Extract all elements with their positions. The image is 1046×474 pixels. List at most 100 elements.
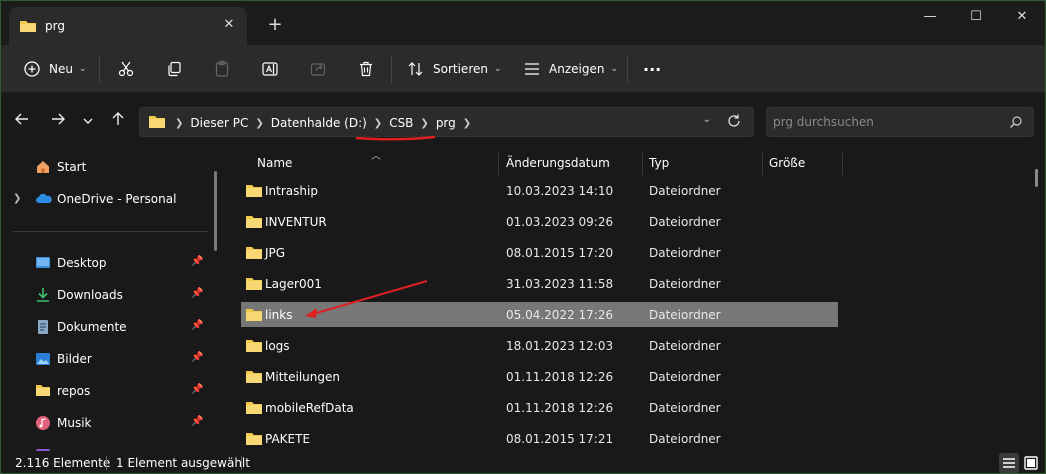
more-options-button[interactable]: ···: [643, 55, 661, 83]
title-bar: prg ✕ + — ☐ ✕: [1, 1, 1045, 45]
column-separator[interactable]: [762, 153, 763, 175]
paste-button[interactable]: [213, 55, 231, 83]
item-count: 2.116 Elemente: [15, 456, 111, 470]
pin-icon[interactable]: 📌: [191, 256, 203, 267]
file-name: links: [265, 308, 293, 322]
recent-locations-button[interactable]: [77, 111, 99, 133]
file-type: Dateiordner: [649, 339, 721, 353]
file-name: JPG: [265, 246, 286, 260]
close-tab-icon[interactable]: ✕: [219, 15, 239, 35]
minimize-button[interactable]: —: [907, 1, 953, 33]
file-name: INVENTUR: [265, 215, 327, 229]
pin-icon[interactable]: 📌: [191, 320, 203, 331]
file-type: Dateiordner: [649, 308, 721, 322]
address-bar[interactable]: ❯ Dieser PC ❯ Datenhalde (D:) ❯ CSB ❯ pr…: [139, 107, 754, 137]
folder-icon: [245, 369, 263, 387]
column-header-name[interactable]: Name: [257, 151, 292, 175]
table-row[interactable]: logs 18.01.2023 12:03 Dateiordner: [241, 333, 838, 358]
table-row[interactable]: mobileRefData 01.11.2018 12:26 Dateiordner: [241, 395, 838, 420]
delete-button[interactable]: [357, 55, 375, 83]
close-window-button[interactable]: ✕: [999, 1, 1045, 33]
table-row[interactable]: PAKETE 08.01.2015 17:21 Dateiordner: [241, 426, 838, 451]
sidebar-item-label: Bilder: [57, 352, 92, 366]
folder-icon: [35, 383, 51, 399]
table-row[interactable]: Lager001 31.03.2023 11:58 Dateiordner: [241, 271, 838, 296]
plus-circle-icon: [23, 60, 41, 78]
pin-icon[interactable]: 📌: [191, 352, 203, 363]
sidebar-item-bilder[interactable]: Bilder 📌: [1, 347, 211, 371]
sidebar-item-desktop[interactable]: Desktop 📌: [1, 251, 211, 275]
column-header-size[interactable]: Größe: [769, 151, 805, 175]
folder-icon: [245, 338, 263, 356]
column-separator[interactable]: [498, 153, 499, 175]
sort-button[interactable]: Sortieren ⌄: [407, 55, 502, 83]
file-name: logs: [265, 339, 290, 353]
tab-prg[interactable]: prg ✕: [9, 7, 247, 45]
file-list-scrollbar[interactable]: [1035, 169, 1038, 187]
details-view-button[interactable]: [999, 453, 1019, 473]
home-icon: [35, 159, 51, 175]
pin-icon[interactable]: 📌: [191, 384, 203, 395]
details-view-icon: [1003, 458, 1015, 468]
chevron-right-icon[interactable]: ❯: [420, 118, 428, 129]
new-label: Neu: [49, 62, 73, 76]
address-history-button[interactable]: ⌄: [703, 114, 711, 125]
sidebar-scrollbar[interactable]: [214, 171, 217, 251]
list-view-icon: [523, 60, 541, 78]
chevron-right-icon[interactable]: ❯: [255, 118, 263, 129]
refresh-icon[interactable]: [725, 112, 745, 132]
breadcrumb-datenhalde[interactable]: Datenhalde (D:): [271, 116, 367, 130]
sidebar-item-label: Musik: [57, 416, 92, 430]
breadcrumb: ❯ Dieser PC ❯ Datenhalde (D:) ❯ CSB ❯ pr…: [148, 108, 474, 138]
desktop-icon: [35, 255, 51, 271]
column-header-date[interactable]: Änderungsdatum: [506, 151, 610, 175]
sidebar-item-start[interactable]: Start: [1, 155, 211, 179]
search-icon[interactable]: [1009, 115, 1023, 132]
chevron-right-icon[interactable]: ❯: [463, 118, 471, 129]
file-name: Intraship: [265, 184, 318, 198]
sort-icon: [407, 60, 425, 78]
breadcrumb-csb[interactable]: CSB: [389, 116, 413, 130]
column-separator[interactable]: [842, 153, 843, 175]
table-row[interactable]: INVENTUR 01.03.2023 09:26 Dateiordner: [241, 209, 838, 234]
maximize-button[interactable]: ☐: [953, 1, 999, 33]
column-header-type[interactable]: Typ: [649, 151, 669, 175]
cut-button[interactable]: [117, 55, 135, 83]
file-date: 01.03.2023 09:26: [506, 215, 614, 229]
forward-button[interactable]: [47, 111, 69, 133]
chevron-right-icon[interactable]: ❯: [374, 118, 382, 129]
breadcrumb-prg[interactable]: prg: [436, 116, 456, 130]
table-row[interactable]: Mitteilungen 01.11.2018 12:26 Dateiordner: [241, 364, 838, 389]
folder-icon: [245, 431, 263, 449]
folder-icon: [245, 183, 263, 201]
back-button[interactable]: [11, 111, 33, 133]
sidebar-item-label: Dokumente: [57, 320, 127, 334]
copy-button[interactable]: [165, 55, 183, 83]
pin-icon[interactable]: 📌: [191, 416, 203, 427]
column-separator[interactable]: [642, 153, 643, 175]
rename-button[interactable]: [261, 55, 279, 83]
sidebar-item-musik[interactable]: Musik 📌: [1, 411, 211, 435]
table-row[interactable]: links 05.04.2022 17:26 Dateiordner: [241, 302, 838, 327]
search-input[interactable]: [773, 108, 1003, 136]
file-name: Lager001: [265, 277, 322, 291]
view-button[interactable]: Anzeigen ⌄: [523, 55, 618, 83]
up-button[interactable]: [107, 111, 129, 133]
new-tab-button[interactable]: +: [263, 13, 287, 37]
divider: [13, 231, 208, 232]
sidebar-item-repos[interactable]: repos 📌: [1, 379, 211, 403]
table-row[interactable]: Intraship 10.03.2023 14:10 Dateiordner: [241, 178, 838, 203]
sidebar-item-onedrive[interactable]: OneDrive - Personal: [1, 187, 211, 211]
file-date: 08.01.2015 17:21: [506, 432, 614, 446]
sidebar-item-dokumente[interactable]: Dokumente 📌: [1, 315, 211, 339]
new-button[interactable]: Neu ⌄: [23, 55, 87, 83]
sidebar-item-downloads[interactable]: Downloads 📌: [1, 283, 211, 307]
sidebar-item-label: Downloads: [57, 288, 123, 302]
share-button[interactable]: [309, 55, 327, 83]
pin-icon[interactable]: 📌: [191, 288, 203, 299]
sort-ascending-icon: ︿: [371, 151, 381, 162]
breadcrumb-dieser-pc[interactable]: Dieser PC: [190, 116, 248, 130]
table-row[interactable]: JPG 08.01.2015 17:20 Dateiordner: [241, 240, 838, 265]
arrow-left-icon: [15, 113, 28, 125]
tiles-view-button[interactable]: [1021, 453, 1041, 473]
